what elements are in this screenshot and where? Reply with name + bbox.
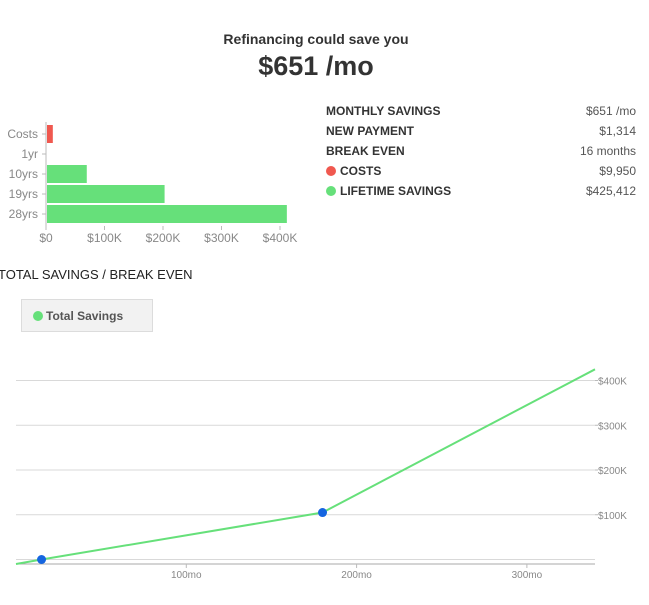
section-title: TOTAL SAVINGS / BREAK EVEN xyxy=(0,267,193,282)
summary-row-monthly-savings: MONTHLY SAVINGS $651 /mo xyxy=(326,101,636,121)
summary-label: COSTS xyxy=(340,164,382,178)
x-tick-label: $100K xyxy=(87,231,122,245)
chart-subtitle: Refinancing could save you xyxy=(223,31,409,47)
y-tick-label: $400K xyxy=(598,377,627,388)
legend-label: Total Savings xyxy=(46,308,124,323)
bar-category-label: 28yrs xyxy=(9,207,38,221)
summary-label: MONTHLY SAVINGS xyxy=(326,104,441,118)
bar-category-label: 1yr xyxy=(21,147,38,161)
monthly-savings-headline: $651 /mo xyxy=(258,51,374,81)
x-tick-label: 200mo xyxy=(341,570,372,581)
bar xyxy=(47,125,53,143)
summary-row-break-even: BREAK EVEN 16 months xyxy=(326,141,636,161)
horizon-bar-chart: Costs 1yr 10yrs 19yrs 28yrs$0 $100K $200K $300K… xyxy=(7,122,298,245)
bar-category-label: 19yrs xyxy=(9,187,38,201)
y-tick-label: $100K xyxy=(598,511,627,522)
x-tick-label: 100mo xyxy=(171,570,202,581)
costs-dot-icon xyxy=(326,166,336,176)
summary-value: $651 /mo xyxy=(585,104,636,118)
savings-dot-icon xyxy=(326,186,336,196)
x-tick-label: $400K xyxy=(263,231,298,245)
x-tick-label: $200K xyxy=(146,231,181,245)
bar-category-label: Costs xyxy=(7,127,38,141)
bar xyxy=(47,165,87,183)
x-tick-label: $0 xyxy=(39,231,53,245)
summary-label: LIFETIME SAVINGS xyxy=(340,184,452,198)
summary-value: $9,950 xyxy=(599,164,636,178)
summary-value: $425,412 xyxy=(585,184,636,198)
bar xyxy=(47,185,165,203)
bar xyxy=(47,205,287,223)
data-point-marker xyxy=(318,508,328,518)
data-point-marker xyxy=(37,555,47,564)
summary-value: $1,314 xyxy=(599,124,636,138)
total-savings-line-chart: $100K $200K $300K $400K 100mo 200mo 300mo xyxy=(15,368,627,581)
savings-summary: MONTHLY SAVINGS $651 /mo NEW PAYMENT $1,… xyxy=(326,101,636,201)
bar-category-label: 10yrs xyxy=(9,167,38,181)
total-savings-line xyxy=(15,368,596,565)
x-tick-label: 300mo xyxy=(512,570,543,581)
chart-legend[interactable]: Total Savings xyxy=(21,299,153,332)
y-tick-label: $200K xyxy=(598,466,627,477)
summary-row-costs: COSTS $9,950 xyxy=(326,161,636,181)
legend-dot-icon xyxy=(33,310,43,321)
x-tick-label: $300K xyxy=(204,231,239,245)
summary-label: BREAK EVEN xyxy=(326,144,405,158)
summary-value: 16 months xyxy=(579,144,636,158)
y-tick-label: $300K xyxy=(598,421,627,432)
summary-row-lifetime-savings: LIFETIME SAVINGS $425,412 xyxy=(326,181,636,201)
summary-label: NEW PAYMENT xyxy=(326,124,415,138)
summary-row-new-payment: NEW PAYMENT $1,314 xyxy=(326,121,636,141)
